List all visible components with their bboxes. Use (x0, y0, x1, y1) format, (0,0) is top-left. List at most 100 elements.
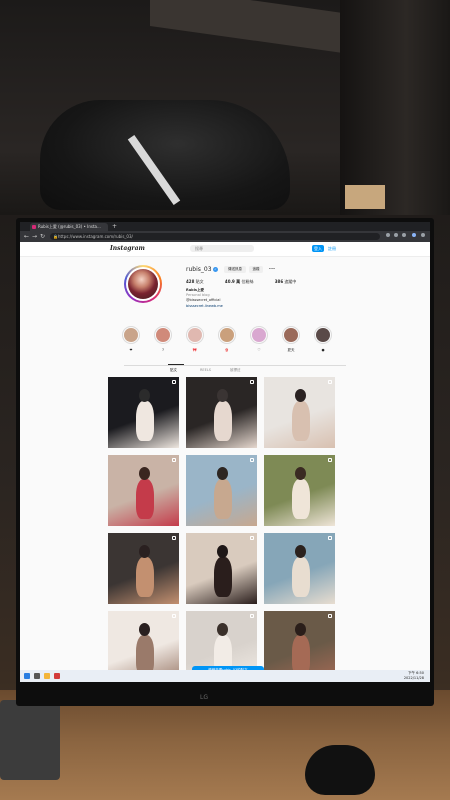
multi-photo-icon (250, 536, 254, 540)
highlight-label: ♡ (257, 348, 261, 352)
highlight-circle[interactable] (282, 326, 300, 344)
instagram-logo[interactable]: Instagram (110, 245, 145, 252)
post-figure-head (139, 389, 150, 402)
post-figure-head (139, 623, 150, 636)
instagram-header: Instagram 搜尋 登入 註冊 (20, 242, 430, 257)
multi-photo-icon (250, 380, 254, 384)
post-figure-head (217, 623, 228, 636)
search-input[interactable]: 搜尋 (190, 245, 254, 252)
post-thumbnail[interactable] (186, 455, 257, 526)
multi-photo-icon (328, 458, 332, 462)
search-icon[interactable] (34, 673, 40, 679)
follow-button[interactable]: 傳送訊息 (224, 266, 246, 273)
tab-posts[interactable]: 貼文 (170, 368, 177, 373)
profile-icon[interactable] (412, 233, 416, 237)
post-figure (292, 557, 310, 597)
multi-photo-icon (328, 614, 332, 618)
highlight-label: 👙 (224, 348, 230, 352)
stat-following[interactable]: 386 追蹤中 (275, 279, 307, 284)
browser-tab[interactable]: Rubis上愛 (@rubis_03) • Insta... (30, 223, 108, 231)
post-figure-head (217, 389, 228, 402)
post-figure (214, 401, 232, 441)
highlight-cover (156, 328, 170, 342)
profile-avatar[interactable] (124, 265, 162, 303)
post-thumbnail[interactable] (108, 533, 179, 604)
tab-tagged[interactable]: 被標註 (230, 368, 241, 373)
profile-stats: 428 貼文 40.9 萬 位粉絲 386 追蹤中 (186, 279, 316, 285)
post-figure (136, 557, 154, 597)
highlight-circle[interactable] (186, 326, 204, 344)
post-thumbnail[interactable] (108, 377, 179, 448)
new-tab-button[interactable]: + (112, 223, 117, 230)
lock-icon: 🔒 (53, 234, 58, 239)
highlight-label: ? (162, 348, 164, 352)
highlight-circle[interactable] (250, 326, 268, 344)
post-figure-head (295, 389, 306, 402)
monitor-brand-logo: LG (200, 694, 208, 701)
tab-reels[interactable]: REELS (200, 368, 211, 372)
multi-photo-icon (172, 614, 176, 618)
extension-icon[interactable] (386, 233, 390, 237)
url-input[interactable]: 🔒 https://www.instagram.com/rubis_03/ (50, 233, 380, 240)
post-figure (292, 401, 310, 441)
post-figure-head (217, 467, 228, 480)
profile-username: rubis_03 (186, 266, 212, 273)
multi-photo-icon (172, 458, 176, 462)
metal-rack (340, 0, 450, 215)
highlight-circle[interactable] (218, 326, 236, 344)
stat-posts[interactable]: 428 貼文 (186, 279, 214, 284)
search-placeholder: 搜尋 (195, 246, 203, 251)
message-button[interactable]: 追蹤 (249, 266, 263, 273)
highlight-circle[interactable] (314, 326, 332, 344)
login-button[interactable]: 登入 (312, 245, 324, 252)
post-figure (136, 479, 154, 519)
profile-bio-link[interactable]: bisssecret.linewb.me (186, 304, 223, 308)
menu-kebab-icon[interactable] (421, 233, 425, 237)
forward-arrow-icon[interactable]: → (32, 233, 37, 240)
more-options-icon[interactable]: ••• (267, 266, 277, 273)
bookmark-icon[interactable] (394, 233, 398, 237)
post-figure (136, 635, 154, 675)
clock-date: 2022/11/28 (403, 676, 424, 680)
post-figure-head (295, 467, 306, 480)
post-thumbnail[interactable] (186, 377, 257, 448)
post-thumbnail[interactable] (108, 455, 179, 526)
download-icon[interactable] (402, 233, 406, 237)
highlight-label: ● (321, 348, 325, 352)
active-tab-indicator (168, 364, 184, 365)
windows-taskbar: 下午 6:50 2022/11/28 (20, 670, 430, 682)
back-arrow-icon[interactable]: ← (24, 233, 29, 240)
instagram-favicon-icon (32, 225, 36, 229)
post-thumbnail[interactable] (264, 533, 335, 604)
reload-icon[interactable]: ↻ (40, 233, 45, 240)
post-thumbnail[interactable] (186, 533, 257, 604)
highlight-circle[interactable] (122, 326, 140, 344)
signup-link[interactable]: 註冊 (328, 245, 336, 252)
multi-photo-icon (328, 380, 332, 384)
post-figure-head (295, 623, 306, 636)
avatar-photo (128, 269, 158, 299)
highlight-cover (252, 328, 266, 342)
verified-badge-icon: ✓ (213, 267, 218, 272)
stat-followers[interactable]: 40.9 萬 位粉絲 (225, 279, 264, 284)
file-explorer-icon[interactable] (44, 673, 50, 679)
profile-bio-mention[interactable]: @bisssecret_official (186, 298, 220, 302)
post-thumbnail[interactable] (264, 455, 335, 526)
post-figure (292, 635, 310, 675)
highlight-cover (188, 328, 202, 342)
taskbar-clock[interactable]: 下午 6:50 2022/11/28 (404, 671, 424, 681)
start-menu-icon[interactable] (24, 673, 30, 679)
multi-photo-icon (250, 614, 254, 618)
post-figure-head (139, 545, 150, 558)
post-figure-head (217, 545, 228, 558)
highlight-cover (284, 328, 298, 342)
highlight-circle[interactable] (154, 326, 172, 344)
post-thumbnail[interactable] (264, 377, 335, 448)
post-figure (136, 401, 154, 441)
wooden-desk (0, 690, 450, 800)
browser-app-icon[interactable] (54, 673, 60, 679)
highlight-cover (124, 328, 138, 342)
highlight-label: ❤ (129, 348, 133, 352)
browser-tab-bar: Rubis上愛 (@rubis_03) • Insta... + (20, 222, 430, 231)
multi-photo-icon (172, 536, 176, 540)
